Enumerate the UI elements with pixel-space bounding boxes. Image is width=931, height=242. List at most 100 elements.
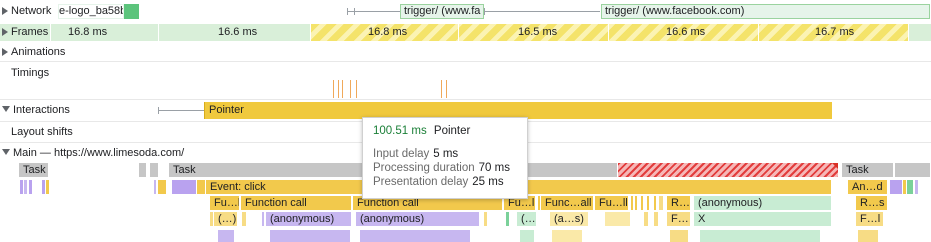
function-call[interactable]: F…l <box>856 212 884 226</box>
flame-slice[interactable] <box>20 180 23 194</box>
x-call[interactable]: X <box>694 212 832 226</box>
flame-slice[interactable] <box>700 230 820 242</box>
timing-mark[interactable] <box>441 80 442 98</box>
anonymous-call[interactable]: (anonymous) <box>356 212 480 226</box>
network-track-label: Network <box>11 5 52 17</box>
function-call[interactable]: Fu…ll <box>595 196 629 210</box>
flame-slice[interactable] <box>218 230 234 242</box>
function-call[interactable]: Func…all <box>541 196 594 210</box>
frame-duration[interactable]: 16.7 ms <box>815 24 854 41</box>
network-request-logo[interactable]: e-logo_ba58b… <box>58 4 124 19</box>
network-request-whisker <box>484 11 600 12</box>
flame-slice[interactable] <box>654 212 658 226</box>
timing-mark[interactable] <box>350 80 351 98</box>
flame-slice[interactable] <box>506 212 509 226</box>
flame-slice[interactable] <box>654 196 656 210</box>
frames-track-header[interactable]: Frames <box>2 24 48 40</box>
frame-duration[interactable]: 16.6 ms <box>666 24 705 41</box>
frame-separator <box>50 24 51 41</box>
task-block[interactable]: Task <box>842 163 894 177</box>
flame-slice[interactable] <box>158 180 166 194</box>
flame-slice[interactable] <box>46 180 49 194</box>
divider <box>0 61 931 62</box>
function-call[interactable]: Fu…l <box>210 196 240 210</box>
flame-slice[interactable] <box>903 180 906 194</box>
flame-slice[interactable] <box>520 230 534 242</box>
flame-slice[interactable] <box>29 180 32 194</box>
flame-slice[interactable] <box>172 180 196 194</box>
flame-slice[interactable] <box>360 230 470 242</box>
layout-shifts-track-label: Layout shifts <box>11 126 73 138</box>
frame-duration[interactable]: 16.8 ms <box>68 24 107 41</box>
expand-triangle-icon[interactable] <box>2 48 8 56</box>
flame-slice[interactable] <box>42 180 45 194</box>
flame-slice[interactable] <box>154 180 156 194</box>
tooltip-presentation-value: 25 ms <box>472 176 504 188</box>
frame-duration[interactable]: 16.5 ms <box>518 24 557 41</box>
timing-mark[interactable] <box>338 80 339 98</box>
flame-slice[interactable] <box>890 180 902 194</box>
flame-slice[interactable] <box>641 196 643 210</box>
network-request-trigger-1[interactable]: trigger/ (www.fa <box>400 4 484 19</box>
animations-track-header[interactable]: Animations <box>2 44 65 60</box>
tooltip-presentation-label: Presentation delay <box>373 176 469 188</box>
interaction-tooltip: 100.51 ms Pointer Input delay 5 ms Proces… <box>362 117 528 199</box>
timing-mark[interactable] <box>446 80 447 98</box>
flame-slice[interactable] <box>907 180 913 194</box>
task-block[interactable] <box>895 163 931 177</box>
flame-slice[interactable] <box>552 230 582 242</box>
flame-slice[interactable] <box>484 212 487 226</box>
task-block[interactable] <box>150 163 159 177</box>
timing-mark[interactable] <box>356 80 357 98</box>
expand-triangle-icon[interactable] <box>2 28 8 36</box>
network-request-logo-bar[interactable] <box>124 4 139 19</box>
flame-slice[interactable] <box>915 180 918 194</box>
flame-slice[interactable] <box>270 230 350 242</box>
flame-slice[interactable] <box>538 196 540 210</box>
interactions-track-header[interactable]: Interactions <box>2 102 70 118</box>
function-call[interactable]: R…s <box>856 196 888 210</box>
timing-mark[interactable] <box>333 80 334 98</box>
flame-slice[interactable] <box>262 212 264 226</box>
flame-slice[interactable] <box>635 196 637 210</box>
function-call[interactable]: R… <box>667 196 691 210</box>
anonymous-call[interactable]: (…) <box>214 212 238 226</box>
flame-slice[interactable] <box>659 196 663 210</box>
flame-slice[interactable] <box>24 180 27 194</box>
flame-slice[interactable] <box>647 196 649 210</box>
function-call[interactable]: F… <box>667 212 691 226</box>
anonymous-call[interactable]: (anonymous) <box>694 196 832 210</box>
main-track-header[interactable]: Main — https://www.limesoda.com/ <box>2 145 184 161</box>
network-whisker-tick <box>347 8 348 15</box>
timing-mark[interactable] <box>342 80 343 98</box>
expand-triangle-icon[interactable] <box>2 7 8 15</box>
task-block[interactable] <box>139 163 147 177</box>
function-call[interactable]: Function call <box>241 196 352 210</box>
network-request-trigger-2[interactable]: trigger/ (www.facebook.com) <box>601 4 930 19</box>
flame-slice[interactable] <box>631 196 633 210</box>
flame-slice[interactable] <box>858 230 878 242</box>
frames-track-label: Frames <box>11 26 49 38</box>
frame-separator <box>158 24 159 41</box>
long-task-overlay[interactable] <box>618 163 838 177</box>
flame-slice[interactable] <box>670 230 688 242</box>
task-block[interactable]: Task <box>19 163 49 177</box>
flame-slice[interactable] <box>644 212 648 226</box>
anonymous-call[interactable]: (a…s) <box>550 212 589 226</box>
collapse-triangle-icon[interactable] <box>2 106 10 112</box>
flame-slice[interactable] <box>605 212 630 226</box>
frame-duration[interactable]: 16.6 ms <box>218 24 257 41</box>
animations-track-label: Animations <box>11 46 66 58</box>
flame-slice[interactable] <box>197 180 205 194</box>
collapse-triangle-icon[interactable] <box>2 149 10 155</box>
anonymous-call[interactable]: An…d <box>848 180 888 194</box>
frame-duration[interactable]: 16.8 ms <box>368 24 407 41</box>
flame-slice[interactable] <box>242 212 246 226</box>
flame-slice[interactable] <box>210 212 213 226</box>
network-track-header[interactable]: Network <box>2 3 51 19</box>
tooltip-type: Pointer <box>433 125 471 137</box>
anonymous-call[interactable]: (… <box>517 212 537 226</box>
long-task-corner-icon <box>832 163 838 169</box>
anonymous-call[interactable]: (anonymous) <box>266 212 352 226</box>
timings-track-label: Timings <box>11 67 50 79</box>
